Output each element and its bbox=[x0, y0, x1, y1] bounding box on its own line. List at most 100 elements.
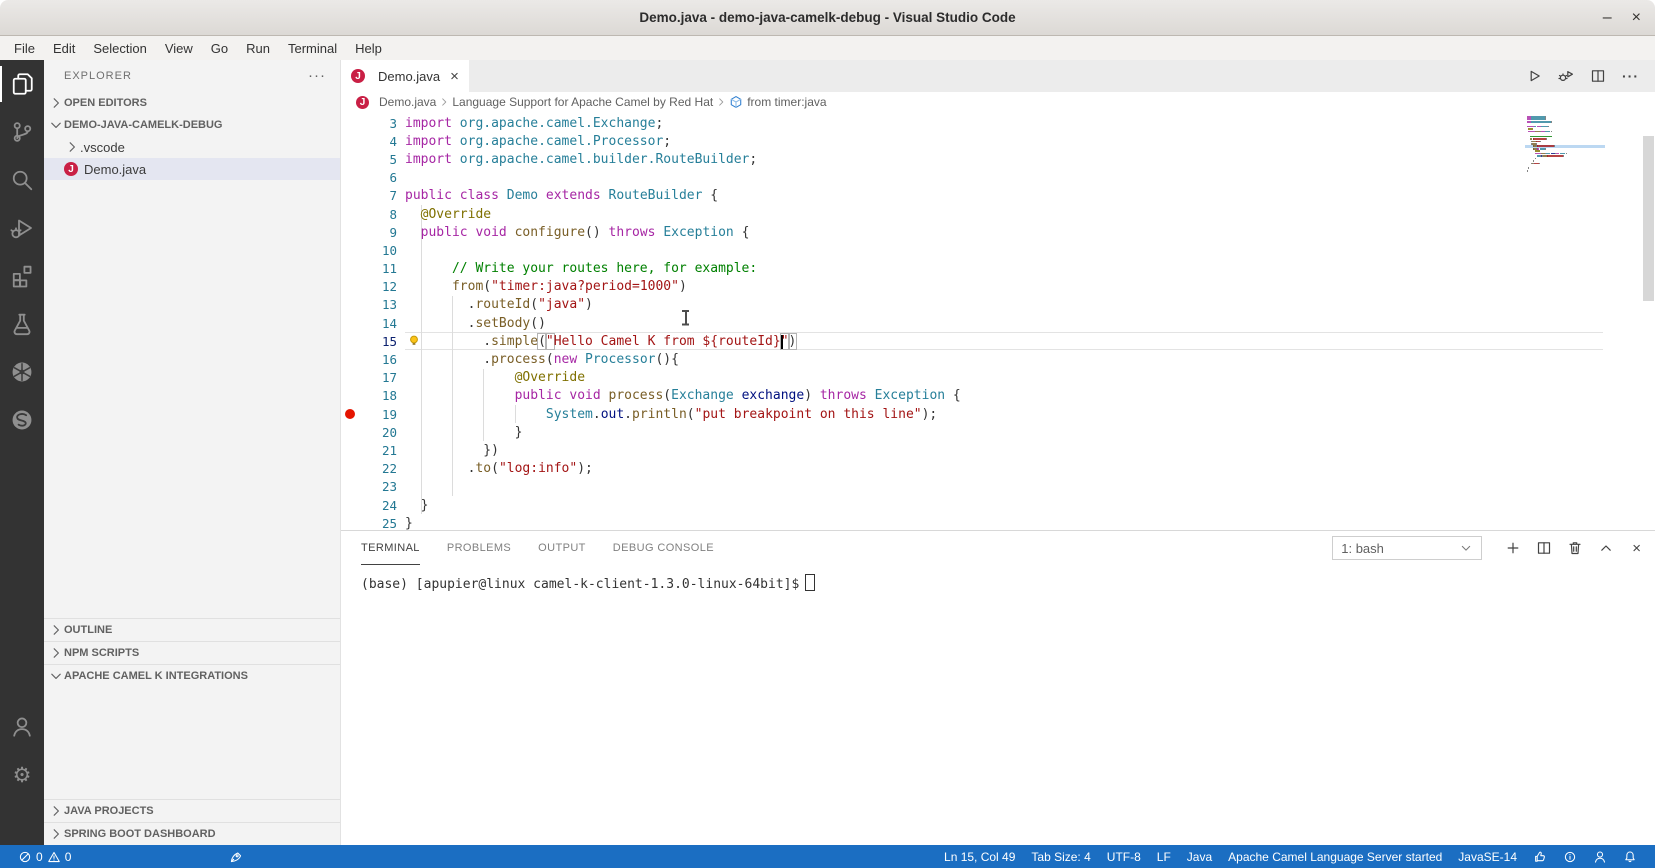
more-actions-icon[interactable]: ··· bbox=[308, 68, 326, 83]
glyph-margin[interactable] bbox=[341, 187, 361, 205]
activity-item-kubernetes[interactable] bbox=[0, 348, 44, 396]
glyph-margin[interactable] bbox=[341, 460, 361, 478]
status-bar: 0 0 Ln 15, Col 49 Tab Size: 4 UTF-8 LF Java Apa… bbox=[0, 845, 1655, 868]
minimize-button[interactable]: – bbox=[1603, 9, 1612, 26]
menu-item-edit[interactable]: Edit bbox=[44, 36, 84, 60]
menu-item-terminal[interactable]: Terminal bbox=[279, 36, 346, 60]
sidebar-section-apache-camel-k-integrations[interactable]: APACHE CAMEL K INTEGRATIONS bbox=[44, 664, 340, 687]
split-editor-icon[interactable] bbox=[1590, 68, 1606, 84]
terminal[interactable]: (base) [apupier@linux camel-k-client-1.3… bbox=[341, 565, 1655, 845]
panel-tab-problems[interactable]: PROBLEMS bbox=[447, 531, 511, 565]
panel-tab-debug-console[interactable]: DEBUG CONSOLE bbox=[613, 531, 714, 565]
glyph-margin[interactable] bbox=[341, 260, 361, 278]
glyph-margin[interactable] bbox=[341, 405, 361, 423]
code-editor[interactable]: 3 import org.apache.camel.Exchange; 4 impor… bbox=[341, 112, 1655, 530]
activity-item-spring[interactable] bbox=[0, 396, 44, 444]
new-terminal-icon[interactable] bbox=[1505, 540, 1521, 556]
glyph-margin[interactable] bbox=[341, 132, 361, 150]
breadcrumb-item-0[interactable]: J Demo.java bbox=[356, 95, 436, 109]
lightbulb-icon[interactable] bbox=[407, 334, 421, 348]
status-camel-ls-status[interactable]: Apache Camel Language Server started bbox=[1220, 850, 1450, 864]
close-panel-icon[interactable]: × bbox=[1632, 540, 1641, 557]
status-feedback[interactable] bbox=[1525, 850, 1555, 864]
tab-demo-java[interactable]: J Demo.java × bbox=[341, 60, 469, 92]
status-info[interactable] bbox=[1555, 850, 1585, 864]
close-icon[interactable]: × bbox=[450, 68, 459, 85]
breadcrumb-item-2[interactable]: from timer:java bbox=[729, 95, 827, 109]
tree-item-demo-java[interactable]: J Demo.java bbox=[44, 158, 340, 180]
glyph-margin[interactable] bbox=[341, 169, 361, 187]
error-icon bbox=[18, 850, 32, 864]
sidebar-section-npm-scripts[interactable]: NPM SCRIPTS bbox=[44, 641, 340, 664]
activity-item-search[interactable] bbox=[0, 156, 44, 204]
line-number: 10 bbox=[381, 242, 397, 258]
menu-item-selection[interactable]: Selection bbox=[84, 36, 155, 60]
menu-item-help[interactable]: Help bbox=[346, 36, 391, 60]
glyph-margin[interactable] bbox=[341, 278, 361, 296]
glyph-margin[interactable] bbox=[341, 514, 361, 530]
sidebar-section-spring-boot-dashboard[interactable]: SPRING BOOT DASHBOARD bbox=[44, 822, 340, 845]
menu-bar: File Edit Selection View Go Run Terminal Help bbox=[0, 36, 1655, 60]
glyph-margin[interactable] bbox=[341, 369, 361, 387]
sidebar-section-outline[interactable]: OUTLINE bbox=[44, 618, 340, 641]
panel-tab-output[interactable]: OUTPUT bbox=[538, 531, 586, 565]
run-icon[interactable] bbox=[1526, 68, 1542, 84]
glyph-margin[interactable] bbox=[341, 150, 361, 168]
tree-item--vscode[interactable]: .vscode bbox=[44, 136, 340, 158]
sidebar-section-java-projects[interactable]: JAVA PROJECTS bbox=[44, 799, 340, 822]
glyph-margin[interactable] bbox=[341, 387, 361, 405]
editor-scrollbar[interactable] bbox=[1642, 112, 1655, 530]
breadcrumb-label: Demo.java bbox=[379, 95, 437, 109]
menu-item-run[interactable]: Run bbox=[237, 36, 279, 60]
minimap[interactable] bbox=[1525, 116, 1605, 178]
glyph-margin[interactable] bbox=[341, 296, 361, 314]
status-java-runtime[interactable]: JavaSE-14 bbox=[1450, 850, 1525, 864]
debug-run-icon[interactable] bbox=[1558, 68, 1574, 84]
kill-terminal-icon[interactable] bbox=[1567, 540, 1583, 556]
status-notifications[interactable] bbox=[1615, 850, 1645, 864]
code-line-16: 16 .process(new Processor(){ bbox=[341, 350, 1655, 369]
close-button[interactable]: × bbox=[1632, 9, 1641, 26]
glyph-margin[interactable] bbox=[341, 441, 361, 459]
status-indentation[interactable]: Tab Size: 4 bbox=[1023, 850, 1098, 864]
breadcrumb-item-1[interactable]: Language Support for Apache Camel by Red… bbox=[452, 95, 713, 109]
glyph-margin[interactable] bbox=[341, 205, 361, 223]
more-actions-icon[interactable]: ··· bbox=[1622, 68, 1639, 84]
status-language-mode[interactable]: Java bbox=[1179, 850, 1220, 864]
activity-item-extensions[interactable] bbox=[0, 252, 44, 300]
maximize-panel-icon[interactable] bbox=[1598, 540, 1614, 556]
status-count: 0 bbox=[36, 849, 43, 864]
activity-item-test[interactable] bbox=[0, 300, 44, 348]
split-terminal-icon[interactable] bbox=[1536, 540, 1552, 556]
panel-tab-terminal[interactable]: TERMINAL bbox=[361, 531, 420, 565]
glyph-margin[interactable] bbox=[341, 114, 361, 132]
menu-item-file[interactable]: File bbox=[5, 36, 44, 60]
glyph-margin[interactable] bbox=[341, 423, 361, 441]
breakpoint-indicator[interactable] bbox=[345, 409, 355, 420]
glyph-margin[interactable] bbox=[341, 478, 361, 496]
glyph-margin[interactable] bbox=[341, 350, 361, 368]
activity-item-explorer[interactable] bbox=[0, 60, 44, 108]
line-number: 23 bbox=[381, 479, 397, 495]
scrollbar-thumb[interactable] bbox=[1643, 136, 1654, 301]
status-encoding[interactable]: UTF-8 bbox=[1099, 850, 1149, 864]
status-problems[interactable]: 00 bbox=[10, 845, 79, 868]
sidebar-section-demo-java-camelk-debug[interactable]: DEMO-JAVA-CAMELK-DEBUG bbox=[44, 114, 340, 136]
sidebar-section-open-editors[interactable]: OPEN EDITORS bbox=[44, 92, 340, 114]
status-java-server-mode[interactable] bbox=[221, 845, 251, 868]
menu-item-view[interactable]: View bbox=[156, 36, 202, 60]
activity-item-source-control[interactable] bbox=[0, 108, 44, 156]
menu-item-go[interactable]: Go bbox=[202, 36, 237, 60]
activity-item-run-debug[interactable] bbox=[0, 204, 44, 252]
glyph-margin[interactable] bbox=[341, 496, 361, 514]
activity-item-accounts[interactable] bbox=[0, 703, 44, 751]
status-accounts[interactable] bbox=[1585, 850, 1615, 864]
glyph-margin[interactable] bbox=[341, 332, 361, 350]
glyph-margin[interactable] bbox=[341, 223, 361, 241]
activity-item-settings[interactable]: ⚙ bbox=[0, 751, 44, 799]
terminal-shell-select[interactable]: 1: bash bbox=[1332, 536, 1483, 560]
status-eol[interactable]: LF bbox=[1149, 850, 1179, 864]
status-cursor-position[interactable]: Ln 15, Col 49 bbox=[936, 850, 1023, 864]
glyph-margin[interactable] bbox=[341, 241, 361, 259]
glyph-margin[interactable] bbox=[341, 314, 361, 332]
